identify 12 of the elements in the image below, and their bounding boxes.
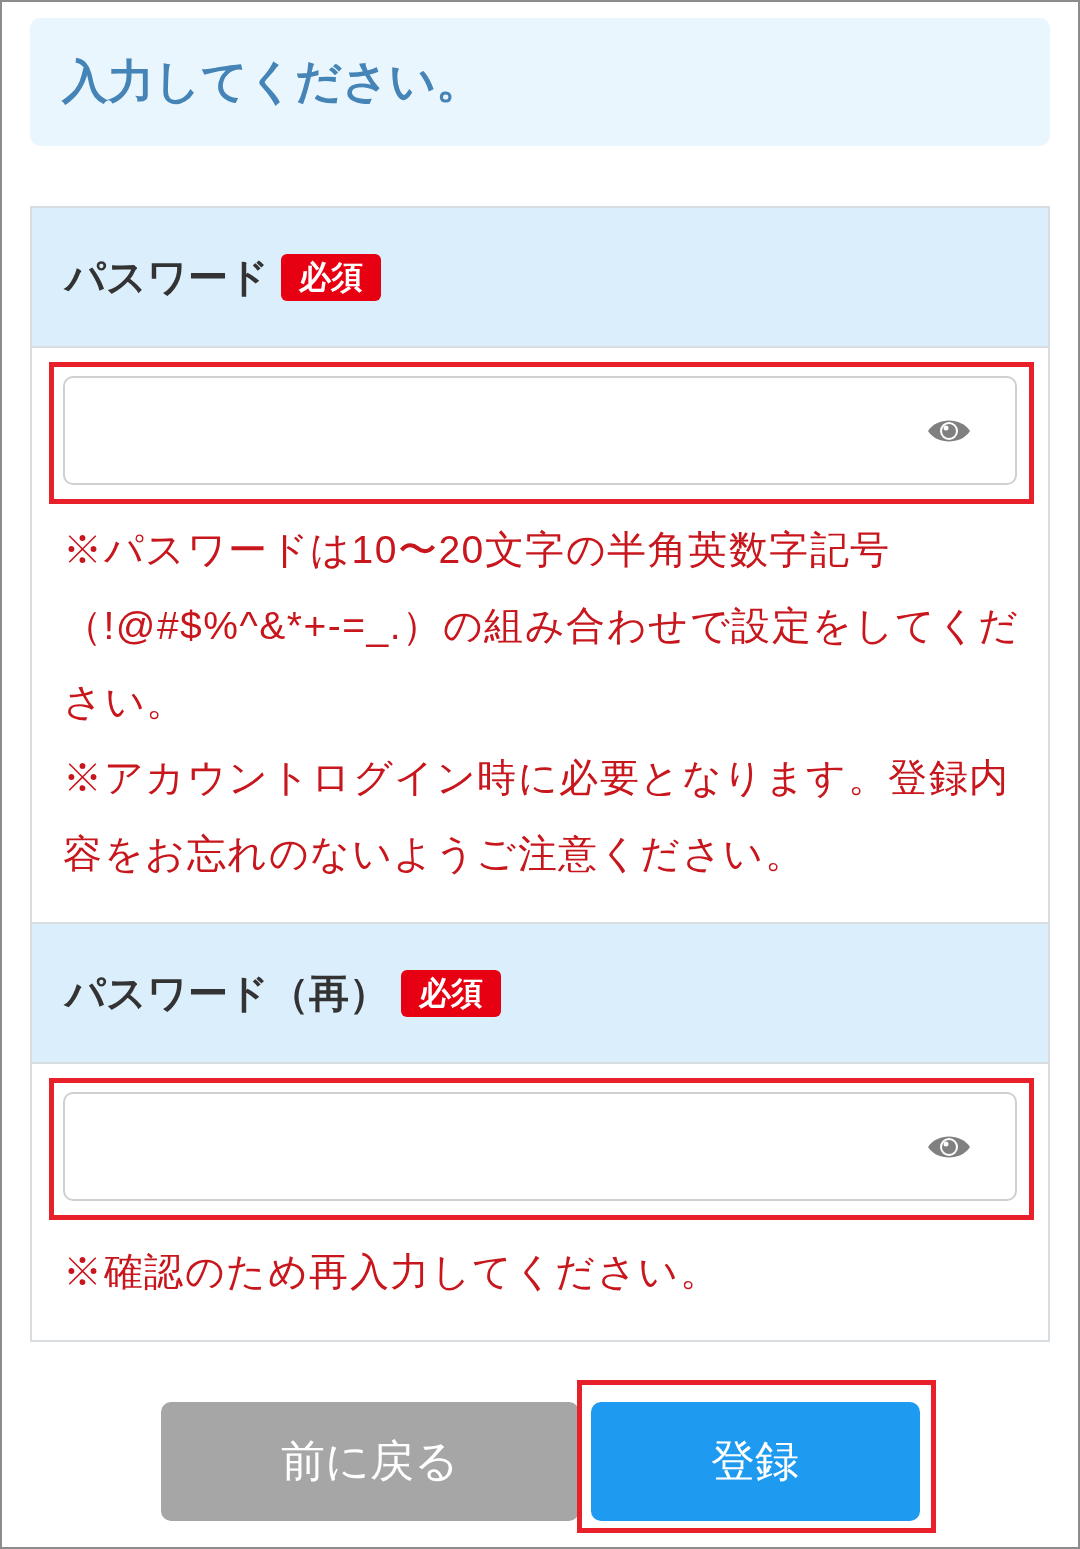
password-field[interactable] <box>63 1092 1017 1201</box>
field-label: パスワード（再） <box>65 969 389 1017</box>
required-badge: 必須 <box>401 969 501 1017</box>
instruction-title: 入力してください。 <box>62 54 482 109</box>
field-label: パスワード <box>65 253 269 301</box>
hint-text: ※アカウントログイン時に必要となります。登録内容をお忘れのないようご注意ください。 <box>63 755 1011 877</box>
password-field[interactable] <box>63 376 1017 485</box>
hint-text: ※確認のため再入力してください。 <box>63 1249 721 1295</box>
register-button[interactable]: 登録 <box>590 1402 920 1521</box>
hint-text: ※パスワードは10〜20文字の半角英数字記号（!@#$%^&*+-=_.）の組み合わせで設定をしてください。 <box>63 527 1021 725</box>
required-badge: 必須 <box>281 253 381 301</box>
back-button[interactable]: 前に戻る <box>160 1402 579 1521</box>
